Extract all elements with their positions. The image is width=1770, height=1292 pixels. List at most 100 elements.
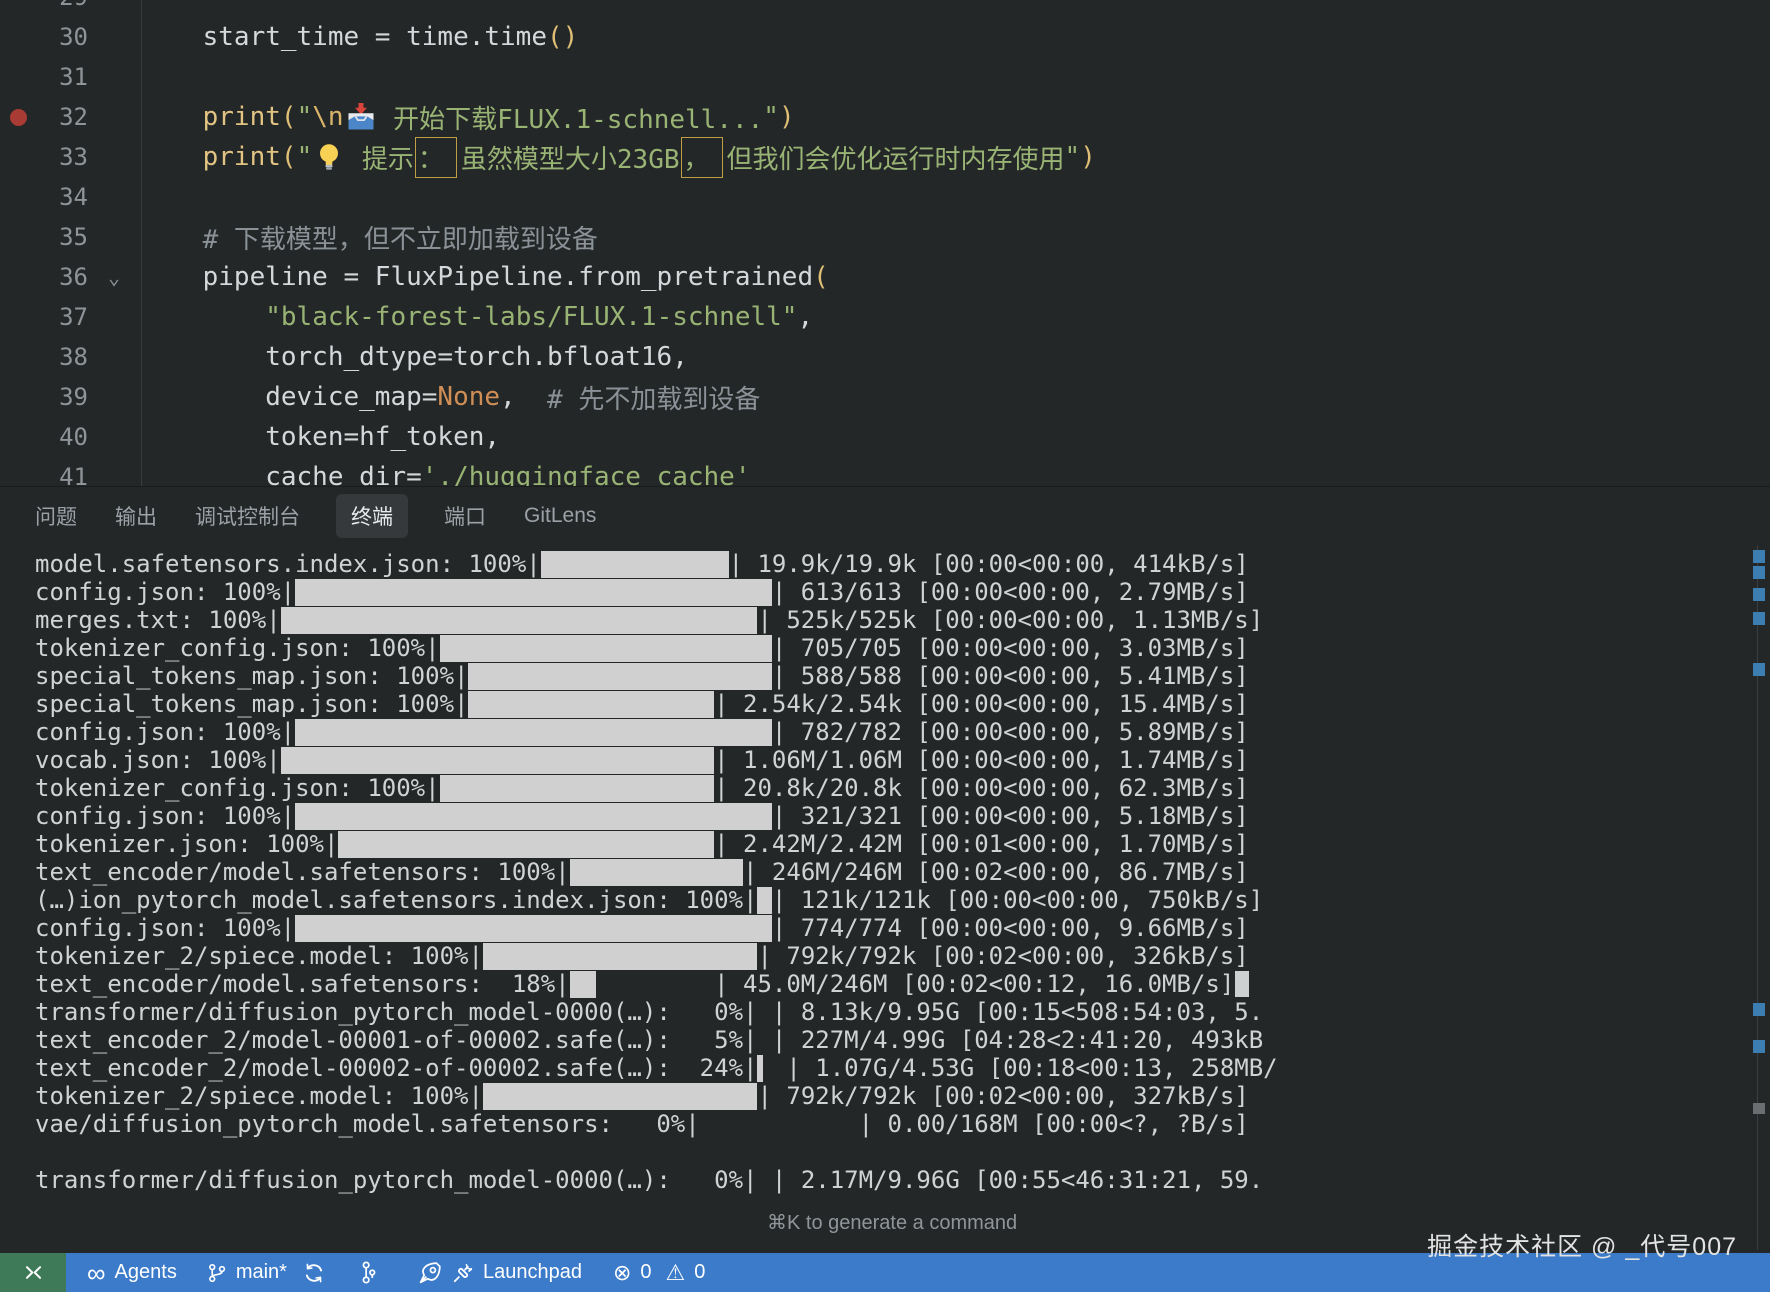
- scrollbar-command-mark[interactable]: [1753, 612, 1765, 625]
- vscode-window: { "editor": { "lines": [ {"num":"29","se…: [0, 0, 1770, 1292]
- remote-indicator[interactable]: [0, 1253, 66, 1292]
- download-stats: | 2.17M/9.96G [00:55<46:31:21, 59.: [772, 1166, 1263, 1194]
- download-label: tokenizer_config.json: 100%|: [35, 634, 440, 662]
- download-label: config.json: 100%|: [35, 578, 295, 606]
- scrollbar-command-mark[interactable]: [1753, 550, 1765, 563]
- warnings-count: 0: [694, 1261, 705, 1284]
- commit-graph-item[interactable]: [358, 1261, 377, 1284]
- download-stats: | 0.00/168M [00:00<?, ?B/s]: [859, 1110, 1249, 1138]
- scrollbar-command-mark[interactable]: [1753, 588, 1765, 601]
- line-number: 29: [36, 0, 88, 11]
- download-stats: | 1.06M/1.06M [00:00<00:00, 1.74MB/s]: [714, 746, 1249, 774]
- download-label: text_encoder/model.safetensors: 18%|: [35, 970, 570, 998]
- download-label: special_tokens_map.json: 100%|: [35, 690, 468, 718]
- scrollbar-command-mark[interactable]: [1753, 663, 1765, 676]
- progress-bar: [757, 1055, 771, 1082]
- code-token: [140, 142, 203, 172]
- terminal-output[interactable]: model.safetensors.index.json: 100%|| 19.…: [35, 550, 1770, 1194]
- panel-tab-output[interactable]: 输出: [113, 494, 159, 538]
- progress-bar: [468, 663, 771, 690]
- progress-bar-fill: [295, 803, 772, 830]
- fold-chevron-icon[interactable]: ⌄: [88, 265, 140, 289]
- code-line: 29: [0, 0, 1770, 17]
- code-token: device_map=: [140, 382, 437, 412]
- code-token: ,: [500, 382, 547, 412]
- progress-bar-fill: [468, 663, 771, 690]
- download-stats: | 227M/4.99G [04:28<2:41:20, 493kB: [772, 1026, 1263, 1054]
- agents-label: Agents: [115, 1261, 177, 1284]
- panel-tab-gitlens[interactable]: GitLens: [522, 497, 598, 535]
- line-number: 30: [36, 23, 88, 51]
- code-token: ：: [415, 137, 457, 178]
- progress-bar: [440, 775, 715, 802]
- code-token: 虽然模型大小23GB: [461, 139, 680, 176]
- download-stats: | 2.54k/2.54k [00:00<00:00, 15.4MB/s]: [714, 690, 1249, 718]
- terminal-line: tokenizer_config.json: 100%|| 705/705 [0…: [35, 634, 1770, 662]
- progress-bar-fill: [295, 719, 772, 746]
- scrollbar-command-mark[interactable]: [1753, 1040, 1765, 1053]
- progress-bar-fill: [468, 691, 714, 718]
- code-editor[interactable]: 2930 start_time = time.time()3132 print(…: [0, 0, 1770, 486]
- breakpoint-icon[interactable]: [10, 109, 27, 126]
- code-line: 37 "black-forest-labs/FLUX.1-schnell",: [0, 297, 1770, 337]
- download-stats: | 2.42M/2.42M [00:01<00:00, 1.70MB/s]: [714, 830, 1249, 858]
- branch-item[interactable]: main*: [207, 1261, 325, 1284]
- code-token: pipeline = FluxPipeline.from_pretrained: [140, 262, 813, 292]
- scrollbar-command-mark[interactable]: [1753, 566, 1765, 579]
- agents-item[interactable]: ∞ Agents: [87, 1261, 177, 1284]
- line-number: 38: [36, 343, 88, 371]
- breakpoint-margin[interactable]: [0, 109, 36, 126]
- code-line: 35 # 下载模型，但不立即加载到设备: [0, 217, 1770, 257]
- code-text: cache_dir='./huggingface_cache': [140, 462, 751, 486]
- download-stats: | 588/588 [00:00<00:00, 5.41MB/s]: [772, 662, 1249, 690]
- command-hint: ⌘K to generate a command: [767, 1210, 1017, 1235]
- progress-bar: [700, 1111, 859, 1138]
- progress-bar: [570, 859, 743, 886]
- progress-bar-fill: [541, 551, 729, 578]
- code-text: "black-forest-labs/FLUX.1-schnell",: [140, 302, 813, 332]
- terminal-line: text_encoder/model.safetensors: 18%|| 45…: [35, 970, 1770, 998]
- line-number: 40: [36, 423, 88, 451]
- light-bulb-emoji: [314, 142, 344, 172]
- errors-count: 0: [640, 1261, 651, 1284]
- problems-item[interactable]: ⊗ 0 ⚠ 0: [613, 1260, 705, 1286]
- terminal-scrollbar[interactable]: [1757, 545, 1758, 1250]
- launchpad-item[interactable]: Launchpad: [417, 1260, 582, 1286]
- progress-bar-fill: [338, 831, 714, 858]
- terminal-line: config.json: 100%|| 782/782 [00:00<00:00…: [35, 718, 1770, 746]
- download-stats: | 121k/121k [00:00<00:00, 750kB/s]: [772, 886, 1263, 914]
- download-stats: | 774/774 [00:00<00:00, 9.66MB/s]: [772, 914, 1249, 942]
- line-number: 33: [36, 143, 88, 171]
- code-text: token=hf_token,: [140, 422, 500, 452]
- scrollbar-thumb[interactable]: [1753, 1103, 1765, 1114]
- code-text: # 下载模型，但不立即加载到设备: [140, 219, 598, 256]
- progress-bar-fill: [440, 635, 772, 662]
- scrollbar-command-mark[interactable]: [1753, 1003, 1765, 1016]
- code-token: ": [297, 102, 313, 132]
- progress-bar-fill: [570, 859, 743, 886]
- download-label: text_encoder_2/model-00001-of-00002.safe…: [35, 1026, 772, 1054]
- download-label: config.json: 100%|: [35, 802, 295, 830]
- download-stats: | 613/613 [00:00<00:00, 2.79MB/s]: [772, 578, 1249, 606]
- code-line: 31: [0, 57, 1770, 97]
- code-token: [140, 302, 265, 332]
- code-line: 32 print("\n 开始下载FLUX.1-schnell..."): [0, 97, 1770, 137]
- code-token: token=hf_token,: [140, 422, 500, 452]
- download-label: config.json: 100%|: [35, 914, 295, 942]
- panel-tab-terminal[interactable]: 终端: [336, 494, 408, 538]
- progress-bar: [757, 887, 771, 914]
- code-line: 39 device_map=None, # 先不加载到设备: [0, 377, 1770, 417]
- panel-tab-problems[interactable]: 问题: [33, 494, 79, 538]
- branch-label: main*: [236, 1261, 287, 1284]
- line-number: 39: [36, 383, 88, 411]
- panel-tab-bar: 问题输出调试控制台终端端口 GitLens: [0, 487, 1770, 545]
- code-line: 38 torch_dtype=torch.bfloat16,: [0, 337, 1770, 377]
- download-label: (…)ion_pytorch_model.safetensors.index.j…: [35, 886, 757, 914]
- code-text: device_map=None, # 先不加载到设备: [140, 379, 760, 416]
- terminal-line: config.json: 100%| | 774/774 [00:00<00:00…: [35, 914, 1770, 942]
- progress-bar-fill: [757, 887, 771, 914]
- panel-tab-debug-console[interactable]: 调试控制台: [193, 494, 302, 538]
- download-stats: | 525k/525k [00:00<00:00, 1.13MB/s]: [757, 606, 1263, 634]
- progress-bar: [541, 551, 729, 578]
- panel-tab-ports[interactable]: 端口: [442, 494, 488, 538]
